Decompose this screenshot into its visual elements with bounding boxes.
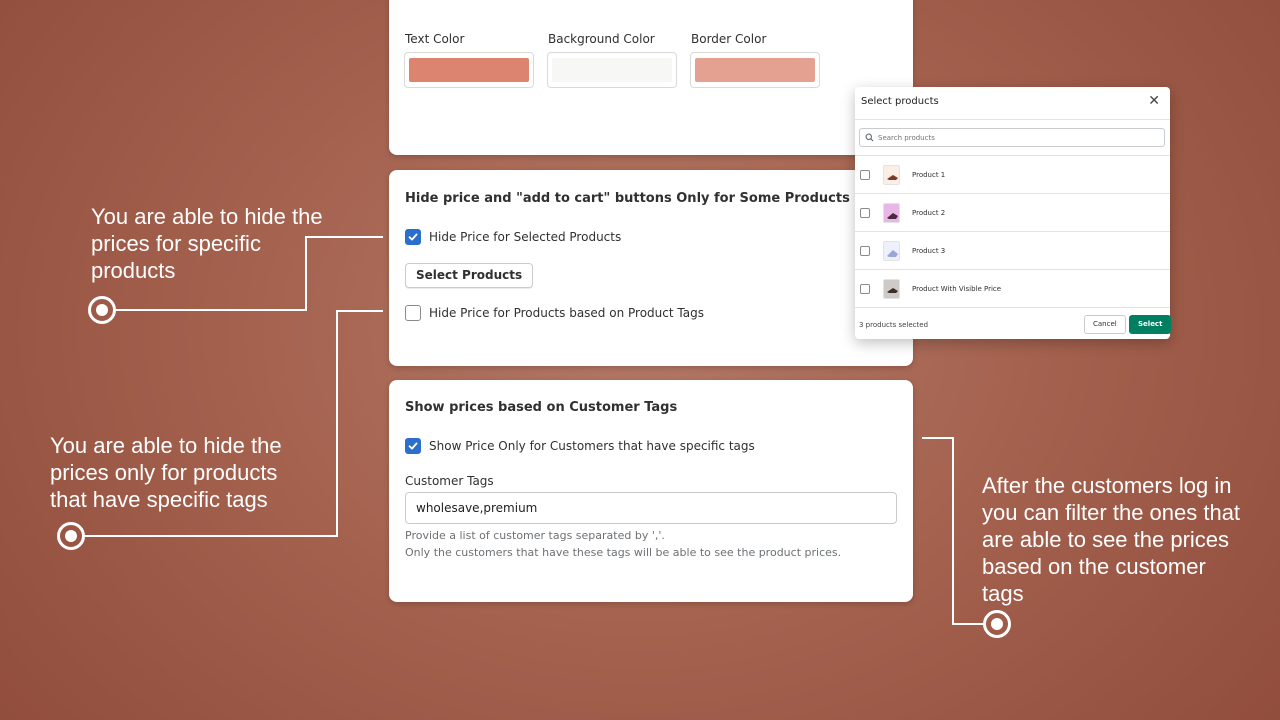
hide-by-product-tags-option[interactable]: Hide Price for Products based on Product… [405, 305, 704, 321]
product-thumbnail-icon [883, 202, 900, 223]
hide-price-products-title: Hide price and "add to cart" buttons Onl… [405, 191, 850, 206]
background-color-swatch [552, 58, 672, 82]
product-search-input[interactable] [878, 133, 1158, 142]
hide-selected-products-option[interactable]: Hide Price for Selected Products [405, 229, 621, 245]
close-icon[interactable]: ✕ [1148, 94, 1160, 108]
product-name: Product 1 [912, 170, 946, 179]
annotation-text-specific-products: You are able to hide the prices for spec… [91, 204, 323, 283]
selected-count-text: 3 products selected [859, 321, 929, 329]
annotation-connector [952, 437, 954, 625]
product-search-field[interactable] [859, 128, 1165, 147]
product-checkbox[interactable] [860, 207, 870, 218]
hide-by-product-tags-label: Hide Price for Products based on Product… [429, 306, 704, 320]
annotation-connector [84, 535, 338, 537]
cancel-button[interactable]: Cancel [1084, 315, 1126, 334]
product-name: Product 3 [912, 246, 946, 255]
border-color-label: Border Color [691, 32, 767, 46]
product-row[interactable]: Product 2 [855, 193, 1170, 231]
customer-tags-help-line-2: Only the customers that have these tags … [405, 546, 842, 559]
hide-selected-products-label: Hide Price for Selected Products [429, 230, 622, 244]
product-checkbox[interactable] [860, 245, 870, 256]
annotation-connector [336, 310, 338, 537]
annotation-connector [336, 310, 383, 312]
text-color-label: Text Color [405, 32, 465, 46]
modal-divider [855, 119, 1170, 120]
annotation-connector [114, 309, 307, 311]
product-checkbox[interactable] [860, 283, 870, 294]
hide-selected-products-checkbox[interactable] [405, 229, 421, 245]
product-row[interactable]: Product With Visible Price [855, 269, 1170, 307]
show-price-customers-label: Show Price Only for Customers that have … [429, 439, 755, 453]
product-checkbox[interactable] [860, 169, 870, 180]
checkmark-icon [408, 442, 418, 450]
customer-tags-field-label: Customer Tags [405, 474, 494, 488]
background-color-label: Background Color [548, 32, 655, 46]
select-products-modal: Select products ✕ Product 1 Product 2 Pr… [855, 87, 1172, 339]
border-color-swatch [695, 58, 815, 82]
text-color-swatch [409, 58, 529, 82]
customer-tags-card: Show prices based on Customer Tags Show … [389, 380, 913, 602]
annotation-dot-icon [57, 522, 85, 550]
search-icon [865, 133, 874, 142]
annotation-connector [952, 623, 984, 625]
annotation-text-product-tags: You are able to hide the prices only for… [50, 433, 282, 512]
hide-price-products-card: Hide price and "add to cart" buttons Onl… [389, 170, 913, 366]
checkmark-icon [408, 233, 418, 241]
product-row[interactable]: Product 1 [855, 155, 1170, 193]
modal-divider [855, 307, 1170, 308]
annotation-dot-icon [88, 296, 116, 324]
annotation-connector [922, 437, 954, 439]
text-color-picker[interactable] [404, 52, 534, 88]
select-button[interactable]: Select [1129, 315, 1172, 334]
select-products-button[interactable]: Select Products [405, 263, 534, 288]
product-thumbnail-icon [883, 278, 900, 299]
border-color-picker[interactable] [690, 52, 820, 88]
hide-by-product-tags-checkbox[interactable] [405, 305, 421, 321]
product-name: Product With Visible Price [912, 284, 1002, 293]
modal-title: Select products [861, 96, 939, 107]
product-row[interactable]: Product 3 [855, 231, 1170, 269]
product-thumbnail-icon [883, 240, 900, 261]
customer-tags-input[interactable] [405, 492, 897, 524]
color-settings-card: Text Color Background Color Border Color [389, 0, 913, 155]
show-price-customers-checkbox[interactable] [405, 438, 421, 454]
annotation-connector [305, 236, 383, 238]
annotation-dot-icon [983, 610, 1011, 638]
customer-tags-title: Show prices based on Customer Tags [405, 400, 678, 415]
show-price-customers-option[interactable]: Show Price Only for Customers that have … [405, 438, 755, 454]
product-name: Product 2 [912, 208, 946, 217]
product-thumbnail-icon [883, 164, 900, 185]
customer-tags-help-line-1: Provide a list of customer tags separate… [405, 529, 665, 542]
annotation-text-customer-tags: After the customers log in you can filte… [982, 473, 1241, 606]
annotation-connector [305, 236, 307, 311]
background-color-picker[interactable] [547, 52, 677, 88]
